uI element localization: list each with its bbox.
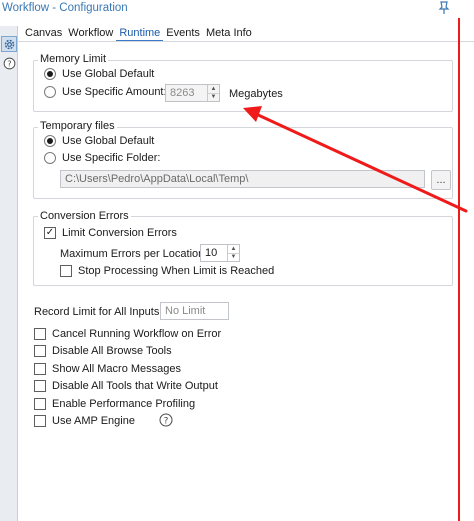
tab-workflow[interactable]: Workflow	[65, 26, 116, 42]
tab-bar: Canvas Workflow Runtime Events Meta Info	[22, 26, 255, 42]
stop-processing-label: Stop Processing When Limit is Reached	[78, 265, 275, 277]
performance-profiling-label: Enable Performance Profiling	[52, 398, 196, 410]
help-icon[interactable]: ?	[1, 55, 17, 71]
disable-browse-tools-label: Disable All Browse Tools	[52, 345, 172, 357]
tab-events[interactable]: Events	[163, 26, 203, 42]
disable-write-output-checkbox[interactable]	[34, 380, 46, 392]
memory-specific-amount-radio[interactable]	[44, 86, 56, 98]
chevron-down-icon[interactable]: ▼	[208, 94, 219, 102]
max-errors-label: Maximum Errors per Location:	[60, 248, 208, 260]
memory-global-default-option[interactable]: Use Global Default	[44, 68, 154, 80]
memory-amount-value: 8263	[170, 87, 195, 99]
option-show-macro-messages[interactable]: Show All Macro Messages	[34, 363, 181, 375]
disable-write-output-label: Disable All Tools that Write Output	[52, 380, 218, 392]
show-macro-messages-checkbox[interactable]	[34, 363, 46, 375]
gear-icon[interactable]	[1, 36, 17, 52]
temp-global-default-label: Use Global Default	[62, 135, 155, 147]
chevron-down-icon[interactable]: ▼	[228, 254, 239, 262]
cancel-on-error-checkbox[interactable]	[34, 328, 46, 340]
record-limit-input[interactable]: No Limit	[160, 302, 229, 320]
tab-runtime[interactable]: Runtime	[116, 26, 164, 42]
limit-conversion-errors-option[interactable]: ✓ Limit Conversion Errors	[44, 227, 177, 239]
max-errors-value: 10	[205, 247, 218, 259]
temp-folder-path-input[interactable]: C:\Users\Pedro\AppData\Local\Temp\	[60, 170, 425, 188]
temp-specific-folder-option[interactable]: Use Specific Folder:	[44, 152, 160, 164]
temp-specific-folder-radio[interactable]	[44, 152, 56, 164]
chevron-up-icon[interactable]: ▲	[228, 245, 239, 254]
memory-global-default-label: Use Global Default	[62, 68, 155, 80]
performance-profiling-checkbox[interactable]	[34, 398, 46, 410]
chevron-up-icon[interactable]: ▲	[208, 85, 219, 94]
memory-specific-amount-option[interactable]: Use Specific Amount:	[44, 86, 167, 98]
config-sidebar: ?	[0, 26, 18, 521]
temporary-files-label: Temporary files	[38, 120, 117, 132]
title-bar: Workflow - Configuration	[0, 0, 474, 18]
stop-processing-option[interactable]: Stop Processing When Limit is Reached	[60, 265, 274, 277]
disable-browse-tools-checkbox[interactable]	[34, 345, 46, 357]
svg-text:?: ?	[164, 416, 169, 426]
record-limit-label: Record Limit for All Inputs:	[34, 306, 163, 318]
show-macro-messages-label: Show All Macro Messages	[52, 363, 181, 375]
help-icon[interactable]: ?	[159, 413, 173, 430]
temp-global-default-radio[interactable]	[44, 135, 56, 147]
annotation-edge-line	[458, 18, 474, 521]
pin-icon[interactable]	[437, 1, 451, 15]
stop-processing-checkbox[interactable]	[60, 265, 72, 277]
option-disable-browse-tools[interactable]: Disable All Browse Tools	[34, 345, 172, 357]
limit-conversion-errors-label: Limit Conversion Errors	[62, 227, 177, 239]
tab-canvas[interactable]: Canvas	[22, 26, 65, 42]
tab-meta-info[interactable]: Meta Info	[203, 26, 255, 42]
use-amp-engine-label: Use AMP Engine	[52, 415, 135, 427]
memory-global-default-radio[interactable]	[44, 68, 56, 80]
memory-unit-label: Megabytes	[229, 88, 283, 100]
memory-specific-amount-label: Use Specific Amount:	[62, 86, 167, 98]
temp-specific-folder-label: Use Specific Folder:	[62, 152, 161, 164]
cancel-on-error-label: Cancel Running Workflow on Error	[52, 328, 222, 340]
max-errors-arrows[interactable]: ▲ ▼	[227, 245, 239, 261]
option-cancel-on-error[interactable]: Cancel Running Workflow on Error	[34, 328, 221, 340]
option-disable-write-output[interactable]: Disable All Tools that Write Output	[34, 380, 218, 392]
use-amp-engine-checkbox[interactable]	[34, 415, 46, 427]
option-use-amp-engine[interactable]: Use AMP Engine	[34, 415, 135, 427]
temp-global-default-option[interactable]: Use Global Default	[44, 135, 154, 147]
svg-text:?: ?	[7, 58, 11, 68]
window-title: Workflow - Configuration	[2, 2, 128, 14]
memory-limit-label: Memory Limit	[38, 53, 109, 65]
memory-amount-arrows[interactable]: ▲ ▼	[207, 85, 219, 101]
max-errors-stepper[interactable]: 10 ▲ ▼	[200, 244, 240, 262]
memory-amount-stepper[interactable]: 8263 ▲ ▼	[165, 84, 220, 102]
browse-folder-button[interactable]: ...	[431, 170, 451, 190]
conversion-errors-label: Conversion Errors	[38, 210, 131, 222]
tab-divider	[18, 41, 474, 42]
option-performance-profiling[interactable]: Enable Performance Profiling	[34, 398, 195, 410]
limit-conversion-errors-checkbox[interactable]: ✓	[44, 227, 56, 239]
